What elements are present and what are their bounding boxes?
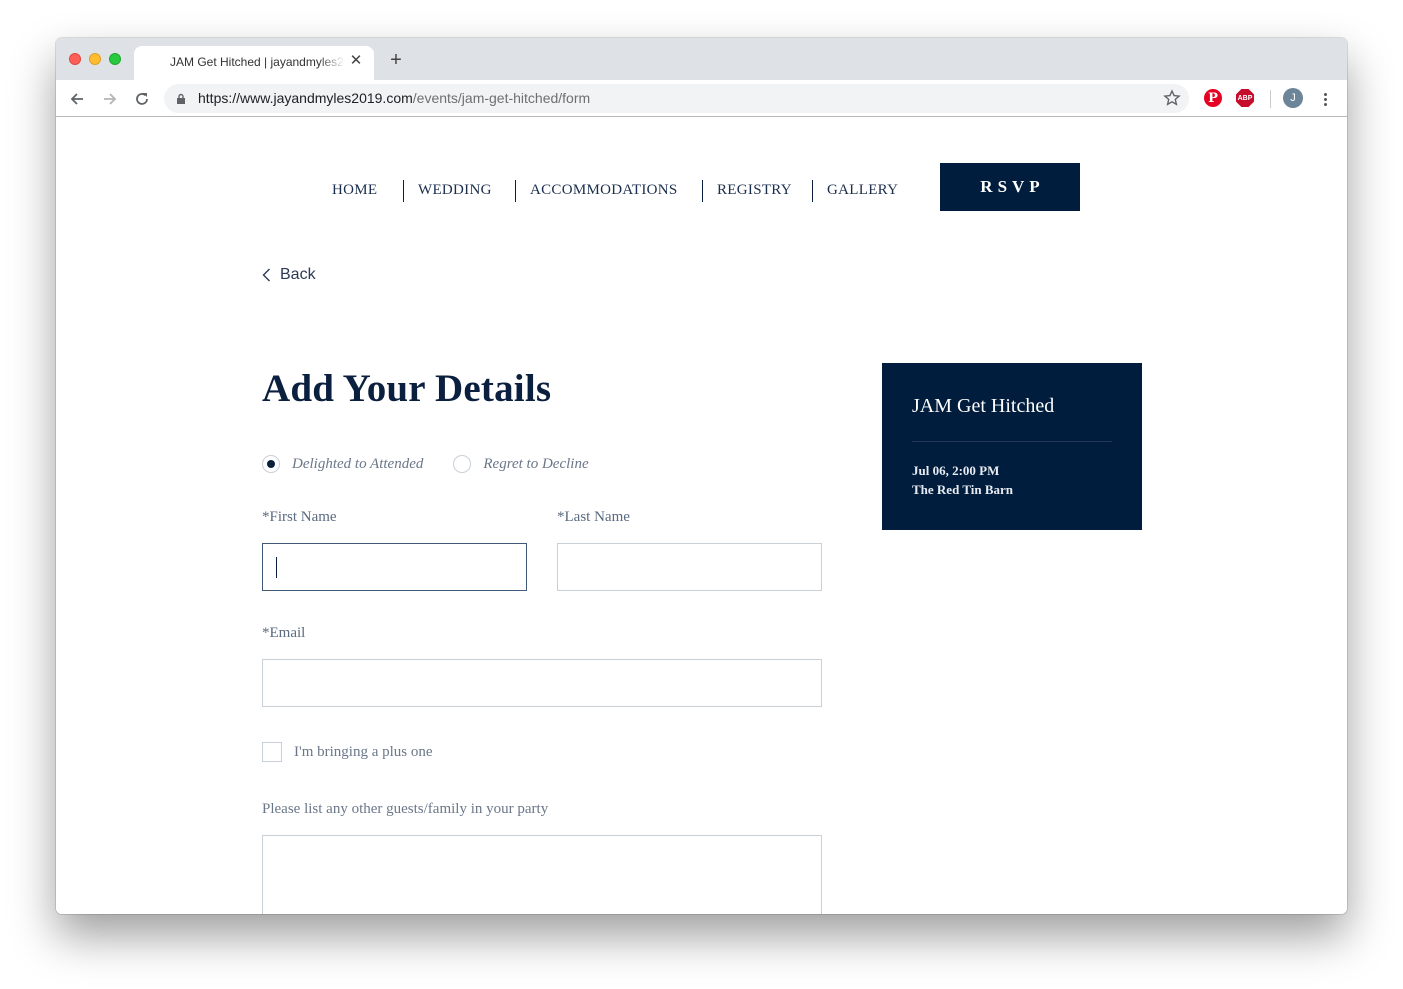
url-path: /events/jam-get-hitched/form: [412, 90, 591, 106]
nav-link-gallery[interactable]: Gallery: [827, 182, 898, 199]
pinterest-extension-icon[interactable]: P: [1204, 89, 1222, 107]
maximize-window-button[interactable]: [109, 53, 121, 65]
guests-textarea[interactable]: [262, 835, 822, 914]
tab-strip: JAM Get Hitched | jayandmyles2019 ✕ +: [56, 38, 1347, 80]
nav-link-registry[interactable]: Registry: [717, 182, 792, 199]
plus-icon[interactable]: +: [386, 50, 406, 70]
nav-divider: [515, 180, 516, 202]
plus-one-checkbox[interactable]: [262, 742, 282, 762]
adblock-extension-icon[interactable]: ABP: [1236, 89, 1254, 107]
reload-button[interactable]: [131, 88, 153, 110]
rsvp-button[interactable]: RSVP: [940, 163, 1080, 211]
first-name-label: *First Name: [262, 509, 337, 525]
last-name-label: *Last Name: [557, 509, 630, 525]
avatar-initial: J: [1290, 92, 1296, 104]
nav-link-home[interactable]: Home: [332, 182, 377, 199]
browser-toolbar: https://www.jayandmyles2019.com/events/j…: [56, 80, 1347, 117]
back-link[interactable]: Back: [262, 266, 316, 284]
arrow-right-icon: [104, 93, 117, 105]
text-caret: [276, 557, 277, 578]
radio-option-attend[interactable]: Delighted to Attended: [262, 455, 423, 473]
email-label: *Email: [262, 625, 306, 641]
arrow-left-icon: [70, 93, 83, 105]
pinterest-glyph: P: [1208, 90, 1218, 106]
browser-window: JAM Get Hitched | jayandmyles2019 ✕ + ht…: [56, 38, 1347, 914]
first-name-input[interactable]: [262, 543, 527, 591]
star-icon[interactable]: [1163, 89, 1181, 107]
nav-link-accommodations[interactable]: Accommodations: [530, 182, 678, 199]
nav-link-wedding[interactable]: Wedding: [418, 182, 492, 199]
radio-option-decline[interactable]: Regret to Decline: [453, 455, 589, 473]
guests-label: Please list any other guests/family in y…: [262, 801, 549, 817]
kebab-menu-icon[interactable]: [1318, 89, 1332, 109]
radio-label: Regret to Decline: [483, 455, 589, 472]
forward-button[interactable]: [99, 88, 121, 110]
plus-one-label: I'm bringing a plus one: [294, 743, 433, 760]
event-summary-card: JAM Get Hitched Jul 06, 2:00 PM The Red …: [882, 363, 1142, 530]
last-name-input[interactable]: [557, 543, 822, 591]
nav-divider: [812, 180, 813, 202]
plus-one-option[interactable]: I'm bringing a plus one: [262, 742, 433, 762]
event-divider: [912, 441, 1112, 442]
radio-label: Delighted to Attended: [292, 455, 424, 472]
profile-avatar[interactable]: J: [1283, 88, 1303, 108]
abp-glyph: ABP: [1237, 94, 1253, 102]
chevron-left-icon: [262, 268, 270, 282]
url-text: https://www.jayandmyles2019.com/events/j…: [198, 90, 590, 106]
event-title: JAM Get Hitched: [912, 395, 1055, 417]
toolbar-divider: [1270, 90, 1271, 108]
email-input[interactable]: [262, 659, 822, 707]
nav-divider: [702, 180, 703, 202]
page-title: Add Your Details: [262, 367, 552, 410]
browser-tab-active[interactable]: JAM Get Hitched | jayandmyles2019 ✕: [134, 46, 374, 80]
tab-title: JAM Get Hitched | jayandmyles2019: [170, 55, 345, 69]
close-icon[interactable]: ✕: [348, 53, 364, 69]
page-content: Home Wedding Accommodations Registry Gal…: [56, 118, 1347, 914]
minimize-window-button[interactable]: [89, 53, 101, 65]
event-date: Jul 06, 2:00 PM: [912, 463, 1000, 478]
event-venue: The Red Tin Barn: [912, 482, 1014, 497]
lock-icon: [177, 93, 185, 104]
reload-icon: [136, 93, 148, 105]
site-navigation: Home Wedding Accommodations Registry Gal…: [56, 118, 1347, 218]
url-host: https://www.jayandmyles2019.com: [198, 90, 413, 106]
back-button[interactable]: [66, 88, 88, 110]
attendance-radio-group: Delighted to Attended Regret to Decline: [262, 455, 619, 473]
close-window-button[interactable]: [69, 53, 81, 65]
radio-attend[interactable]: [262, 455, 280, 473]
back-label: Back: [280, 266, 316, 283]
nav-divider: [403, 180, 404, 202]
address-bar[interactable]: https://www.jayandmyles2019.com/events/j…: [164, 84, 1189, 113]
radio-decline[interactable]: [453, 455, 472, 473]
